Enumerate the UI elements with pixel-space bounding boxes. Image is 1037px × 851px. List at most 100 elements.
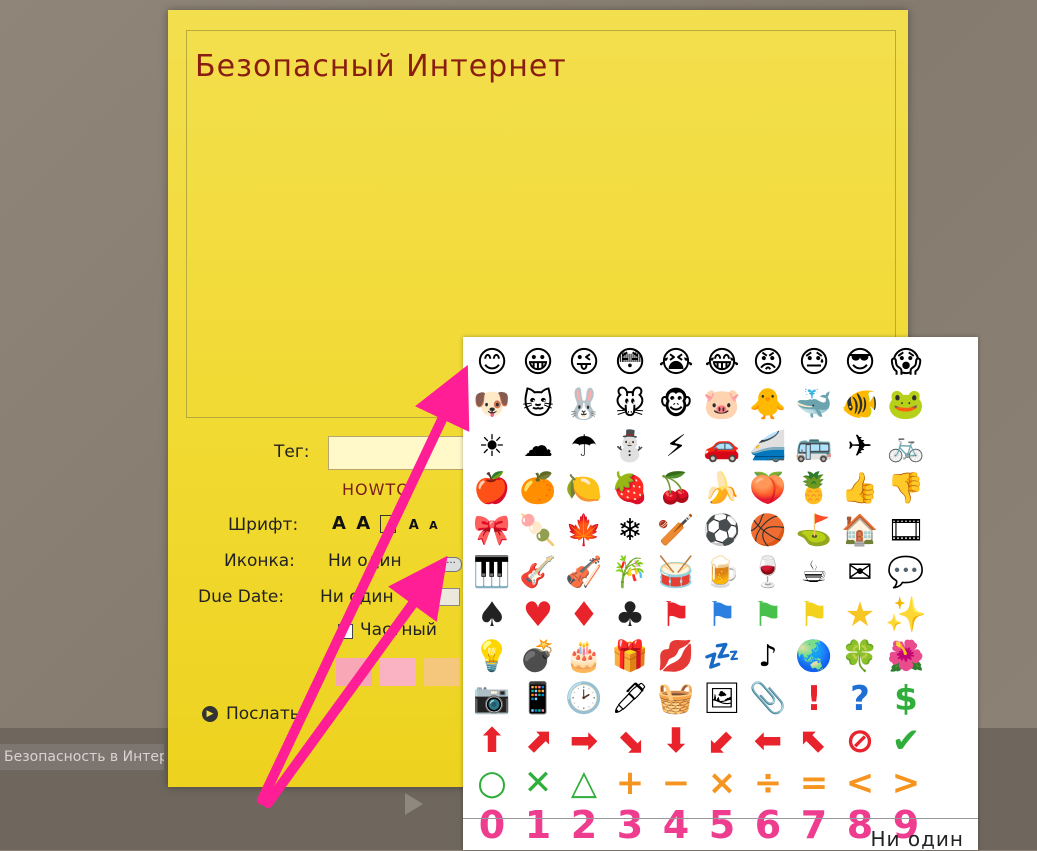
- color-swatch-orange[interactable]: [424, 658, 460, 686]
- lightbulb-icon[interactable]: 💡: [469, 636, 515, 678]
- triangle-icon[interactable]: △: [561, 762, 607, 804]
- arrow-up-icon[interactable]: ⬆: [469, 720, 515, 762]
- snowflake-icon[interactable]: ❄: [607, 510, 653, 552]
- play-icon[interactable]: [405, 793, 423, 815]
- apple-icon[interactable]: 🍎: [469, 468, 515, 510]
- sparkle-icon[interactable]: ✨: [883, 594, 929, 636]
- minus-icon[interactable]: −: [653, 762, 699, 804]
- arrow-right-icon[interactable]: ➡: [561, 720, 607, 762]
- cloud-icon[interactable]: ☁: [515, 426, 561, 468]
- banana-icon[interactable]: 🍌: [699, 468, 745, 510]
- dollar-icon[interactable]: $: [883, 678, 929, 720]
- cat-icon[interactable]: 🐱: [515, 384, 561, 426]
- fish-icon[interactable]: 🐠: [837, 384, 883, 426]
- cherry-icon[interactable]: 🍒: [653, 468, 699, 510]
- soccer-ball-icon[interactable]: ⚽: [699, 510, 745, 552]
- strawberry-icon[interactable]: 🍓: [607, 468, 653, 510]
- photos-icon[interactable]: 🖼: [699, 678, 745, 720]
- arrow-left-icon[interactable]: ⬅: [745, 720, 791, 762]
- mouse-icon[interactable]: 🐭: [607, 384, 653, 426]
- digit-3-icon[interactable]: 3: [607, 804, 653, 846]
- check-icon[interactable]: ✔: [883, 720, 929, 762]
- pineapple-icon[interactable]: 🍍: [791, 468, 837, 510]
- diamond-icon[interactable]: ♦: [561, 594, 607, 636]
- chat-bubbles-icon[interactable]: 💬: [883, 552, 929, 594]
- mobile-phone-icon[interactable]: 📱: [515, 678, 561, 720]
- font-option-large[interactable]: A: [332, 513, 348, 534]
- circle-icon[interactable]: ○: [469, 762, 515, 804]
- wine-glass-icon[interactable]: 🍷: [745, 552, 791, 594]
- clock-icon[interactable]: 🕑: [561, 678, 607, 720]
- font-option-medium[interactable]: A: [356, 513, 372, 534]
- font-box-icon[interactable]: [380, 515, 397, 533]
- pig-icon[interactable]: 🐷: [699, 384, 745, 426]
- lips-icon[interactable]: 💋: [653, 636, 699, 678]
- shopping-basket-icon[interactable]: 🧺: [653, 678, 699, 720]
- red-flag-icon[interactable]: ⚑: [653, 594, 699, 636]
- bus-icon[interactable]: 🚌: [791, 426, 837, 468]
- color-swatch-light-pink[interactable]: [380, 658, 416, 686]
- color-swatch-pink[interactable]: [336, 658, 372, 686]
- arrow-down-icon[interactable]: ⬇: [653, 720, 699, 762]
- paperclip-icon[interactable]: 📎: [745, 678, 791, 720]
- flute-icon[interactable]: 🎋: [607, 552, 653, 594]
- cross-icon[interactable]: ✕: [515, 762, 561, 804]
- coffee-cup-icon[interactable]: ☕: [791, 552, 837, 594]
- font-options[interactable]: A A A A: [332, 513, 440, 534]
- clover-icon[interactable]: 🍀: [837, 636, 883, 678]
- plus-icon[interactable]: +: [607, 762, 653, 804]
- sleep-zzz-icon[interactable]: 💤: [699, 636, 745, 678]
- digit-4-icon[interactable]: 4: [653, 804, 699, 846]
- poinsettia-icon[interactable]: 🌺: [883, 636, 929, 678]
- music-note-icon[interactable]: ♪: [745, 636, 791, 678]
- blue-flag-icon[interactable]: ⚑: [699, 594, 745, 636]
- monkey-icon[interactable]: 🐵: [653, 384, 699, 426]
- divide-icon[interactable]: ÷: [745, 762, 791, 804]
- cake-icon[interactable]: 🎂: [561, 636, 607, 678]
- howto-tag-link[interactable]: HOWTO: [342, 480, 410, 499]
- exclamation-icon[interactable]: !: [791, 678, 837, 720]
- film-icon[interactable]: 🎞: [883, 510, 929, 552]
- digit-6-icon[interactable]: 6: [745, 804, 791, 846]
- gift-icon[interactable]: 🎁: [607, 636, 653, 678]
- digit-0-icon[interactable]: 0: [469, 804, 515, 846]
- smile-icon[interactable]: 😊: [469, 342, 515, 384]
- font-option-small[interactable]: A: [409, 518, 421, 533]
- drum-icon[interactable]: 🥁: [653, 552, 699, 594]
- spade-icon[interactable]: ♠: [469, 594, 515, 636]
- car-icon[interactable]: 🚗: [699, 426, 745, 468]
- frog-icon[interactable]: 🐸: [883, 384, 929, 426]
- greater-than-icon[interactable]: >: [883, 762, 929, 804]
- tag-input[interactable]: [328, 436, 470, 470]
- thumbs-down-icon[interactable]: 👎: [883, 468, 929, 510]
- bicycle-icon[interactable]: 🚲: [883, 426, 929, 468]
- calendar-icon[interactable]: [438, 588, 460, 606]
- green-flag-icon[interactable]: ⚑: [745, 594, 791, 636]
- tears-of-joy-icon[interactable]: 😂: [699, 342, 745, 384]
- scream-icon[interactable]: 😱: [883, 342, 929, 384]
- bomb-icon[interactable]: 💣: [515, 636, 561, 678]
- star-icon[interactable]: ★: [837, 594, 883, 636]
- arrow-up-right-icon[interactable]: ⬈: [515, 720, 561, 762]
- camera-icon[interactable]: 📷: [469, 678, 515, 720]
- arrow-up-left-icon[interactable]: ⬉: [791, 720, 837, 762]
- chick-icon[interactable]: 🐥: [745, 384, 791, 426]
- dog-icon[interactable]: 🐶: [469, 384, 515, 426]
- beer-icon[interactable]: 🍺: [699, 552, 745, 594]
- heart-icon[interactable]: ♥: [515, 594, 561, 636]
- angry-icon[interactable]: 😡: [745, 342, 791, 384]
- airplane-icon[interactable]: ✈: [837, 426, 883, 468]
- surprised-icon[interactable]: 😳: [607, 342, 653, 384]
- club-icon[interactable]: ♣: [607, 594, 653, 636]
- digit-2-icon[interactable]: 2: [561, 804, 607, 846]
- guitar-icon[interactable]: 🎸: [515, 552, 561, 594]
- bow-icon[interactable]: 🎀: [469, 510, 515, 552]
- prohibited-icon[interactable]: ⊘: [837, 720, 883, 762]
- digit-5-icon[interactable]: 5: [699, 804, 745, 846]
- pen-icon[interactable]: 🖊: [607, 678, 653, 720]
- tongue-icon[interactable]: 😜: [561, 342, 607, 384]
- yellow-flag-icon[interactable]: ⚑: [791, 594, 837, 636]
- globe-icon[interactable]: 🌏: [791, 636, 837, 678]
- umbrella-icon[interactable]: ☂: [561, 426, 607, 468]
- grin-icon[interactable]: 😀: [515, 342, 561, 384]
